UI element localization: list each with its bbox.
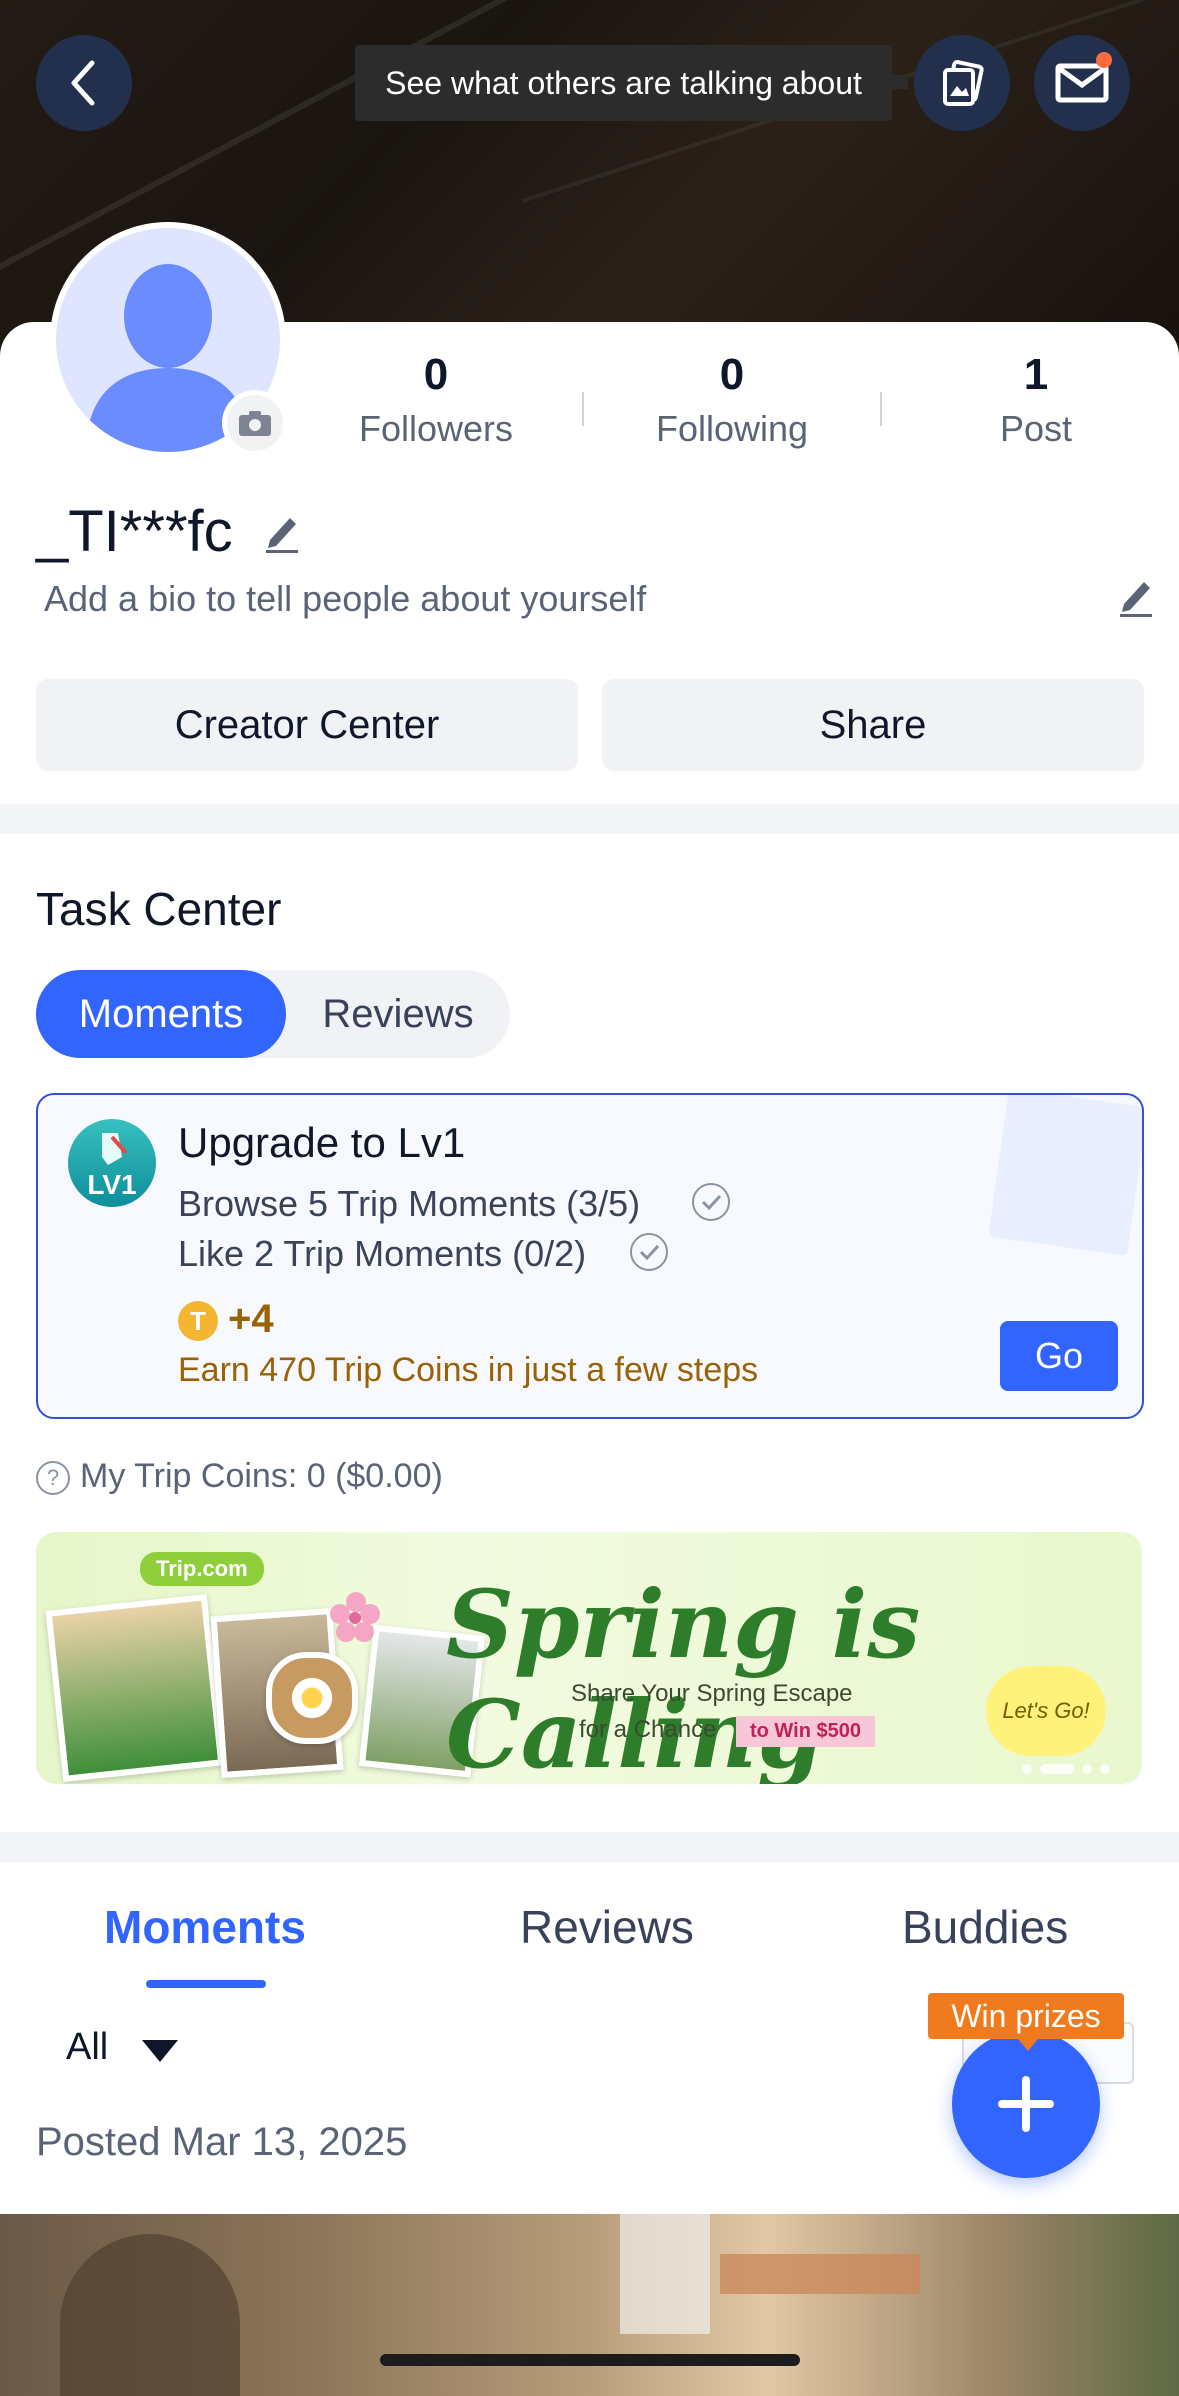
tab-buddies[interactable]: Buddies: [902, 1900, 1068, 1954]
create-post-button[interactable]: [952, 2030, 1100, 2178]
lets-go-burst: Let's Go!: [986, 1666, 1106, 1756]
username: _TI***fc: [36, 499, 233, 564]
following-count: 0: [719, 350, 745, 399]
trip-coin-icon: T: [178, 1301, 218, 1341]
posts-label: Post: [999, 408, 1073, 449]
notification-dot: [1096, 52, 1112, 68]
win-prizes-tag: Win prizes: [928, 1993, 1124, 2051]
back-icon: [71, 60, 95, 106]
tab-moments[interactable]: Moments: [104, 1900, 306, 1954]
banner-subline: for a Chance: [579, 1716, 717, 1743]
check-circle-icon: [692, 1183, 730, 1221]
plus-icon: [998, 2076, 1054, 2132]
task-card: LV1 Upgrade to Lv1 Browse 5 Trip Moments…: [36, 1093, 1144, 1419]
section-divider: [0, 1832, 1179, 1862]
following-label: Following: [655, 408, 809, 449]
banner-prize-tag: to Win $500: [736, 1716, 875, 1747]
active-tab-indicator: [146, 1980, 266, 1988]
messages-button[interactable]: [1034, 35, 1130, 131]
task-tabs: Moments Reviews: [36, 970, 510, 1058]
moments-icon: [943, 60, 984, 106]
creator-center-button[interactable]: Creator Center: [36, 679, 578, 771]
task-tab-moments[interactable]: Moments: [36, 970, 286, 1058]
level-badge-icon: LV1: [68, 1119, 156, 1207]
task-decoration: [988, 1095, 1142, 1257]
edit-bio-button[interactable]: [1116, 574, 1156, 623]
trip-coins-text: My Trip Coins: 0 ($0.00): [80, 1457, 443, 1495]
moments-button[interactable]: [914, 35, 1010, 131]
pencil-icon: [266, 518, 298, 553]
followers-count: 0: [423, 350, 449, 399]
section-divider: [0, 804, 1179, 834]
blossom-icon: [330, 1592, 380, 1642]
posts-count: 1: [1023, 350, 1049, 399]
followers-stat[interactable]: 0 Followers: [336, 350, 536, 450]
banner-photo: [266, 1652, 358, 1744]
task-reward: +4: [228, 1297, 274, 1341]
post-date: Posted Mar 13, 2025: [36, 2120, 408, 2164]
chevron-down-icon: [142, 2040, 178, 2062]
carousel-indicator: [1022, 1764, 1110, 1774]
post-image[interactable]: [0, 2214, 1179, 2396]
change-avatar-button[interactable]: [222, 390, 288, 456]
level-badge-label: LV1: [87, 1169, 137, 1200]
banner-photo: [45, 1594, 225, 1782]
edit-username-button[interactable]: [262, 510, 302, 559]
task-title: Upgrade to Lv1: [178, 1119, 466, 1166]
go-button[interactable]: Go: [1000, 1321, 1118, 1391]
check-circle-icon: [630, 1233, 668, 1271]
banner-subline: Share Your Spring Escape: [571, 1680, 853, 1707]
task-browse: Browse 5 Trip Moments (3/5): [178, 1183, 641, 1224]
task-center-title: Task Center: [36, 883, 282, 935]
home-indicator: [380, 2354, 800, 2366]
brand-tag: Trip.com: [140, 1552, 264, 1586]
filter-dropdown[interactable]: All: [66, 2026, 108, 2069]
bio-text[interactable]: Add a bio to tell people about yourself: [44, 578, 646, 620]
stat-divider: [880, 392, 882, 426]
share-button[interactable]: Share: [602, 679, 1144, 771]
trip-coins-balance[interactable]: ? My Trip Coins: 0 ($0.00): [36, 1457, 443, 1496]
following-stat[interactable]: 0 Following: [632, 350, 832, 450]
task-tab-reviews[interactable]: Reviews: [286, 970, 510, 1058]
talking-tooltip: See what others are talking about: [355, 45, 908, 121]
promo-banner[interactable]: Trip.com Spring is Calling Share Your Sp…: [36, 1532, 1142, 1784]
question-icon: ?: [36, 1461, 70, 1496]
tab-reviews[interactable]: Reviews: [520, 1900, 694, 1954]
back-button[interactable]: [36, 35, 132, 131]
posts-stat[interactable]: 1 Post: [936, 350, 1136, 450]
pencil-icon: [1120, 582, 1152, 617]
camera-icon: [239, 411, 271, 436]
task-earn-text: Earn 470 Trip Coins in just a few steps: [178, 1351, 759, 1389]
task-like: Like 2 Trip Moments (0/2): [178, 1233, 587, 1274]
followers-label: Followers: [358, 408, 514, 449]
stat-divider: [582, 392, 584, 426]
